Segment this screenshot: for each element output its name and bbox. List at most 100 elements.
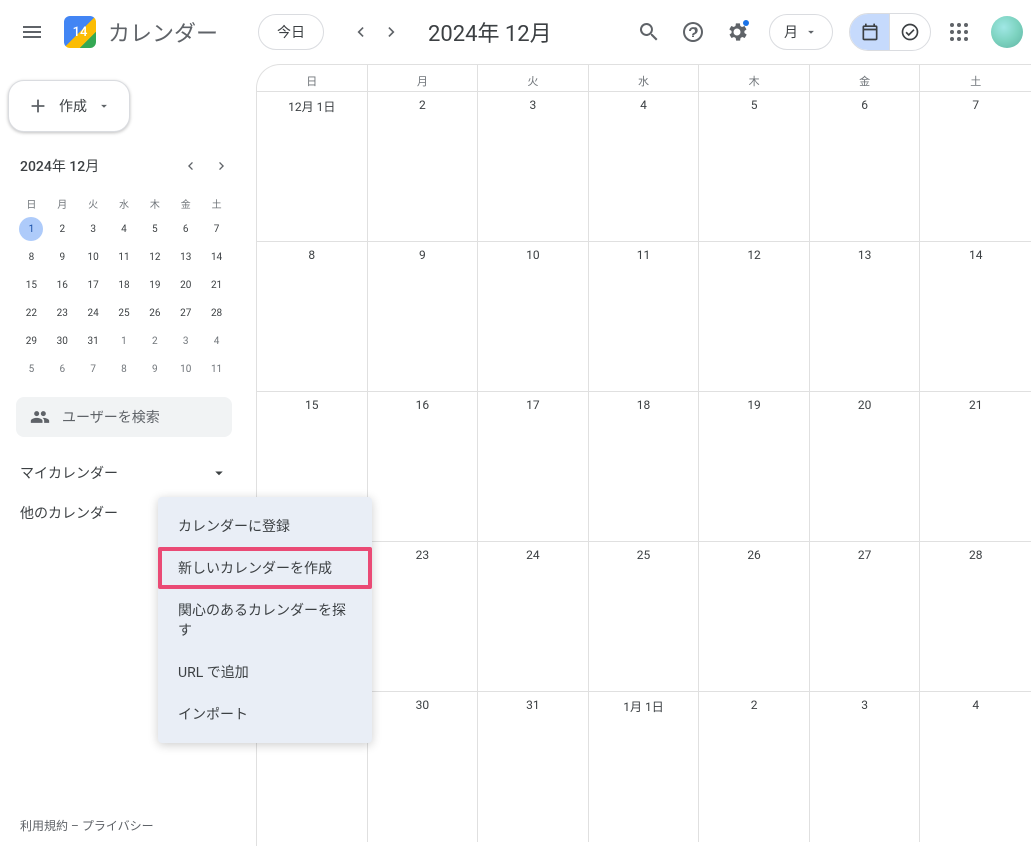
- day-cell[interactable]: 19: [699, 392, 810, 541]
- mini-day-cell[interactable]: 8: [112, 357, 136, 381]
- create-button[interactable]: 作成: [8, 80, 130, 132]
- account-avatar[interactable]: [991, 16, 1023, 48]
- add-calendar-menu-item[interactable]: カレンダーに登録: [158, 505, 372, 547]
- day-cell[interactable]: 28: [920, 542, 1031, 691]
- mini-day-cell[interactable]: 5: [143, 217, 167, 241]
- day-cell[interactable]: 11: [589, 242, 700, 391]
- day-cell[interactable]: 6: [810, 92, 921, 241]
- today-button[interactable]: 今日: [258, 14, 324, 50]
- mini-day-cell[interactable]: 12: [143, 245, 167, 269]
- mini-day-cell[interactable]: 6: [174, 217, 198, 241]
- day-cell[interactable]: 9: [368, 242, 479, 391]
- day-cell[interactable]: 7: [920, 92, 1031, 241]
- google-apps-button[interactable]: [939, 12, 979, 52]
- add-calendar-menu-item[interactable]: 関心のあるカレンダーを探す: [158, 589, 372, 651]
- day-cell[interactable]: 3: [478, 92, 589, 241]
- mini-day-cell[interactable]: 1: [112, 329, 136, 353]
- mini-day-cell[interactable]: 6: [50, 357, 74, 381]
- mini-day-cell[interactable]: 1: [19, 217, 43, 241]
- tasks-mode-button[interactable]: [890, 14, 930, 50]
- day-cell[interactable]: 26: [699, 542, 810, 691]
- day-cell[interactable]: 30: [368, 692, 479, 842]
- day-cell[interactable]: 20: [810, 392, 921, 541]
- day-cell[interactable]: 1月 1日: [589, 692, 700, 842]
- mini-day-cell[interactable]: 31: [81, 329, 105, 353]
- terms-link[interactable]: 利用規約: [20, 819, 68, 833]
- day-cell[interactable]: 8: [257, 242, 368, 391]
- mini-day-cell[interactable]: 14: [205, 245, 229, 269]
- mini-day-cell[interactable]: 26: [143, 301, 167, 325]
- calendar-mode-button[interactable]: [850, 14, 890, 50]
- mini-day-cell[interactable]: 17: [81, 273, 105, 297]
- mini-day-cell[interactable]: 20: [174, 273, 198, 297]
- mini-day-cell[interactable]: 10: [174, 357, 198, 381]
- day-cell[interactable]: 16: [368, 392, 479, 541]
- mini-day-cell[interactable]: 3: [81, 217, 105, 241]
- mini-day-cell[interactable]: 21: [205, 273, 229, 297]
- mini-day-cell[interactable]: 13: [174, 245, 198, 269]
- mini-day-cell[interactable]: 28: [205, 301, 229, 325]
- mini-prev-month-button[interactable]: [176, 152, 204, 180]
- day-cell[interactable]: 17: [478, 392, 589, 541]
- search-people-button[interactable]: ユーザーを検索: [16, 397, 232, 437]
- day-cell[interactable]: 2: [368, 92, 479, 241]
- mini-day-cell[interactable]: 19: [143, 273, 167, 297]
- mini-day-cell[interactable]: 15: [19, 273, 43, 297]
- mini-day-cell[interactable]: 25: [112, 301, 136, 325]
- mini-day-cell[interactable]: 4: [112, 217, 136, 241]
- mini-day-cell[interactable]: 4: [205, 329, 229, 353]
- day-cell[interactable]: 4: [920, 692, 1031, 842]
- add-calendar-menu-item[interactable]: インポート: [158, 693, 372, 735]
- day-cell[interactable]: 31: [478, 692, 589, 842]
- mini-day-cell[interactable]: 10: [81, 245, 105, 269]
- mini-day-cell[interactable]: 7: [81, 357, 105, 381]
- day-cell[interactable]: 10: [478, 242, 589, 391]
- my-calendars-toggle[interactable]: マイカレンダー: [8, 453, 240, 493]
- mini-day-cell[interactable]: 16: [50, 273, 74, 297]
- mini-day-cell[interactable]: 18: [112, 273, 136, 297]
- next-period-button[interactable]: [376, 16, 408, 48]
- mini-day-cell[interactable]: 23: [50, 301, 74, 325]
- mini-day-cell[interactable]: 24: [81, 301, 105, 325]
- mini-day-cell[interactable]: 22: [19, 301, 43, 325]
- day-cell[interactable]: 3: [810, 692, 921, 842]
- mini-day-cell[interactable]: 5: [19, 357, 43, 381]
- support-button[interactable]: [673, 12, 713, 52]
- day-cell[interactable]: 18: [589, 392, 700, 541]
- day-number: 3: [484, 98, 582, 112]
- mini-day-cell[interactable]: 2: [50, 217, 74, 241]
- day-cell[interactable]: 21: [920, 392, 1031, 541]
- add-calendar-menu-item[interactable]: URL で追加: [158, 651, 372, 693]
- mini-day-cell[interactable]: 3: [174, 329, 198, 353]
- mini-day-cell[interactable]: 11: [112, 245, 136, 269]
- day-cell[interactable]: 5: [699, 92, 810, 241]
- day-cell[interactable]: 12月 1日: [257, 92, 368, 241]
- settings-button[interactable]: [717, 12, 757, 52]
- mini-day-cell[interactable]: 11: [205, 357, 229, 381]
- day-cell[interactable]: 2: [699, 692, 810, 842]
- mini-day-cell[interactable]: 29: [19, 329, 43, 353]
- mini-day-cell[interactable]: 30: [50, 329, 74, 353]
- mini-next-month-button[interactable]: [208, 152, 236, 180]
- day-cell[interactable]: 23: [368, 542, 479, 691]
- privacy-link[interactable]: プライバシー: [82, 819, 154, 833]
- day-number: 31: [484, 698, 582, 712]
- day-cell[interactable]: 12: [699, 242, 810, 391]
- day-cell[interactable]: 4: [589, 92, 700, 241]
- mini-day-cell[interactable]: 2: [143, 329, 167, 353]
- view-switcher-button[interactable]: 月: [769, 14, 833, 50]
- add-calendar-menu-item[interactable]: 新しいカレンダーを作成: [158, 547, 372, 589]
- mini-day-cell[interactable]: 8: [19, 245, 43, 269]
- day-cell[interactable]: 24: [478, 542, 589, 691]
- mini-day-cell[interactable]: 9: [50, 245, 74, 269]
- day-cell[interactable]: 25: [589, 542, 700, 691]
- mini-day-cell[interactable]: 9: [143, 357, 167, 381]
- main-menu-button[interactable]: [8, 8, 56, 56]
- search-button[interactable]: [629, 12, 669, 52]
- mini-day-cell[interactable]: 7: [205, 217, 229, 241]
- day-cell[interactable]: 13: [810, 242, 921, 391]
- prev-period-button[interactable]: [344, 16, 376, 48]
- day-cell[interactable]: 27: [810, 542, 921, 691]
- day-cell[interactable]: 14: [920, 242, 1031, 391]
- mini-day-cell[interactable]: 27: [174, 301, 198, 325]
